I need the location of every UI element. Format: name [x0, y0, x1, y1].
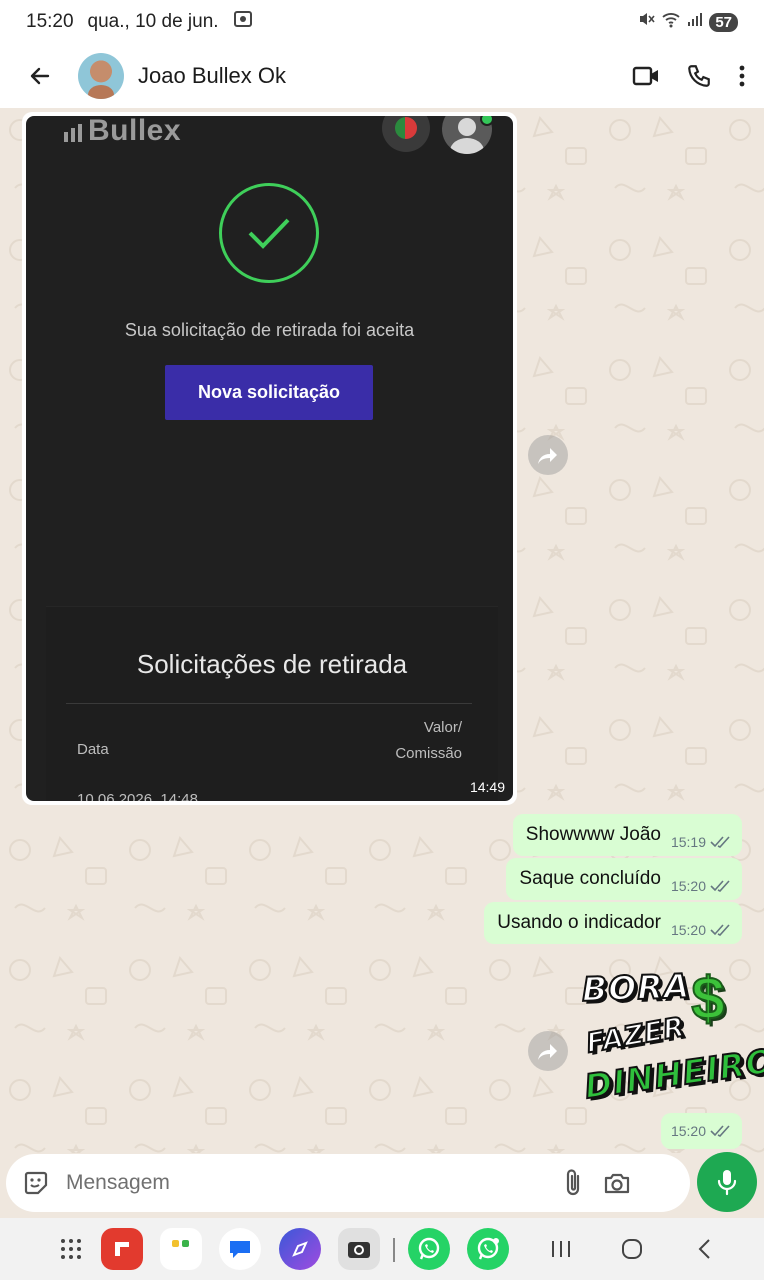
message-time: 15:20 [670, 1123, 706, 1139]
column-date: Data [77, 741, 109, 758]
withdrawal-screenshot: Bullex Sua solicitação de retirada foi a… [26, 116, 513, 801]
outgoing-message[interactable]: Usando o indicador 15:20 [484, 902, 742, 944]
flipboard-app-icon[interactable] [101, 1228, 143, 1270]
read-ticks-icon [710, 1125, 730, 1137]
dock-separator [393, 1238, 395, 1262]
contact-name[interactable]: Joao Bullex Ok [138, 63, 286, 89]
status-date: qua., 10 de jun. [87, 11, 219, 32]
chat-area[interactable]: Bullex Sua solicitação de retirada foi a… [0, 108, 764, 1153]
column-value-line1: Valor/ [423, 719, 462, 736]
sticker-icon [24, 1171, 48, 1195]
contact-avatar[interactable] [78, 53, 124, 99]
voice-call-button[interactable] [686, 63, 712, 89]
recent-apps-button[interactable] [540, 1228, 582, 1270]
message-time: 15:20 [670, 922, 706, 938]
bullex-logo: Bullex [64, 116, 181, 148]
message-time: 14:49 [469, 779, 505, 795]
menu-button[interactable] [738, 64, 746, 88]
camera-button[interactable] [600, 1166, 634, 1200]
column-value: Valor/ Comissão [395, 715, 462, 767]
mute-icon [637, 10, 655, 34]
accept-message: Sua solicitação de retirada foi aceita [124, 320, 415, 340]
attach-button[interactable] [556, 1166, 590, 1200]
read-ticks-icon [710, 836, 730, 848]
camera-app-icon[interactable] [338, 1228, 380, 1270]
forward-button[interactable] [528, 1031, 568, 1071]
forward-icon [538, 448, 557, 464]
message-time: 15:20 [670, 878, 706, 894]
status-bar: 15:20 qua., 10 de jun. 57 [0, 0, 764, 44]
column-value-line2: Comissão [395, 745, 462, 762]
message-text: Showwww João [525, 824, 661, 845]
sticker-text-fazer: FAZER [583, 1011, 689, 1061]
read-ticks-icon [710, 880, 730, 892]
home-icon [622, 1239, 642, 1259]
arrow-left-icon [30, 67, 50, 85]
more-vertical-icon [739, 65, 745, 87]
online-dot [480, 116, 494, 126]
message-text: Saque concluído [519, 868, 661, 889]
checkmark-icon [219, 183, 319, 283]
browser-app-icon[interactable] [279, 1228, 321, 1270]
app-drawer-button[interactable] [50, 1228, 92, 1270]
new-request-button: Nova solicitação [165, 365, 373, 420]
home-button[interactable] [611, 1228, 653, 1270]
signal-icon [687, 11, 703, 33]
battery-indicator: 57 [709, 12, 738, 32]
app-folder-icon[interactable] [160, 1228, 202, 1270]
forward-button[interactable] [528, 435, 568, 475]
row-date: 10.06.2026, 14:48 [77, 791, 198, 801]
dollar-sign-icon: $ [690, 964, 725, 1033]
read-ticks-icon [710, 924, 730, 936]
video-call-button[interactable] [632, 65, 660, 87]
message-composer [6, 1154, 690, 1212]
phone-icon [688, 65, 710, 87]
divider [66, 703, 472, 704]
outgoing-message[interactable]: Showwww João 15:19 [512, 814, 742, 856]
status-time: 15:20 [26, 11, 74, 32]
whatsapp-business-app-icon[interactable] [467, 1228, 509, 1270]
message-text: Usando o indicador [497, 912, 661, 933]
flag-icon [382, 116, 430, 152]
paperclip-icon [566, 1169, 580, 1196]
message-time: 15:19 [670, 834, 706, 850]
screenshot-icon [233, 10, 253, 34]
video-camera-icon [632, 66, 658, 86]
sticker-message[interactable]: BORA $ FAZER DINHEIRO [580, 960, 764, 1116]
chat-header: Joao Bullex Ok [0, 44, 764, 108]
recents-icon [552, 1241, 570, 1257]
voice-message-button[interactable] [697, 1152, 757, 1212]
grid-icon [61, 1239, 81, 1259]
sticker-meta: 15:20 [660, 1113, 742, 1149]
messages-app-icon[interactable] [219, 1228, 261, 1270]
panel-title: Solicitações de retirada [136, 649, 408, 679]
image-message[interactable]: Bullex Sua solicitação de retirada foi a… [22, 112, 517, 805]
brand-name: Bullex [88, 116, 182, 147]
withdrawals-panel: Solicitações de retirada Data Valor/ Com… [46, 606, 498, 801]
message-input[interactable] [66, 1171, 546, 1195]
chevron-left-icon [698, 1239, 710, 1259]
whatsapp-app-icon[interactable] [408, 1228, 450, 1270]
logo-bars-icon [64, 120, 82, 142]
system-back-button[interactable] [683, 1228, 725, 1270]
microphone-icon [717, 1170, 737, 1196]
wifi-icon [661, 10, 681, 34]
outgoing-message[interactable]: Saque concluído 15:20 [506, 858, 742, 900]
sticker-text-bora: BORA [580, 965, 691, 1010]
system-dock [0, 1218, 764, 1280]
camera-icon [604, 1173, 630, 1194]
sticker-button[interactable] [20, 1167, 52, 1199]
back-button[interactable] [16, 52, 64, 100]
forward-icon [538, 1044, 557, 1060]
